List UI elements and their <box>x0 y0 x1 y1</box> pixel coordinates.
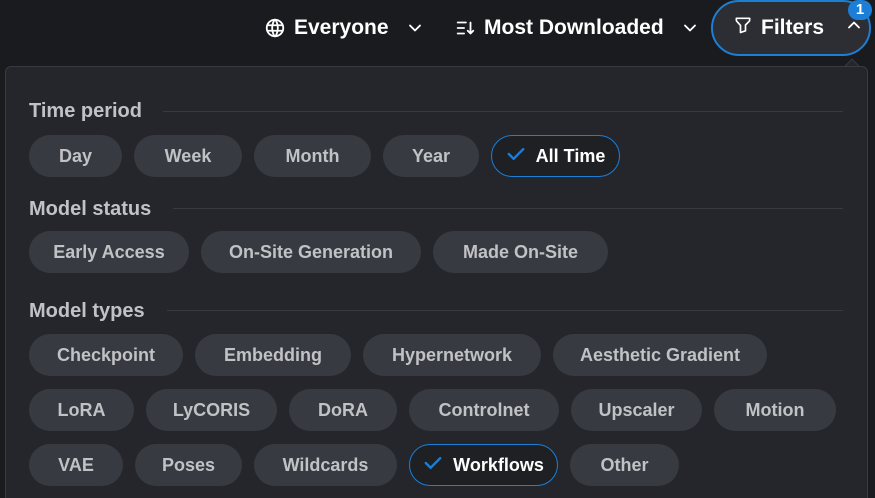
chevron-down-icon <box>405 18 425 38</box>
model-status-chip-early-access[interactable]: Early Access <box>29 231 189 273</box>
model-status-chip-on-site-generation[interactable]: On-Site Generation <box>201 231 421 273</box>
model-type-chip-dora[interactable]: DoRA <box>289 389 397 431</box>
section-divider <box>163 111 843 112</box>
filters-label: Filters <box>761 16 825 39</box>
model-type-chip-checkpoint[interactable]: Checkpoint <box>29 334 183 376</box>
chevron-down-icon <box>680 18 700 38</box>
time-period-chip-week[interactable]: Week <box>134 135 242 177</box>
top-toolbar: Everyone Most Downloaded Filters 1 <box>0 0 875 56</box>
filters-popover <box>5 66 868 498</box>
time-period-title: Time period <box>29 100 142 122</box>
model-type-chip-workflows[interactable]: Workflows <box>409 444 558 486</box>
sort-descending-icon <box>454 17 476 39</box>
check-icon <box>423 455 443 476</box>
model-status-chip-made-on-site[interactable]: Made On-Site <box>433 231 608 273</box>
model-type-chip-lycoris[interactable]: LyCORIS <box>146 389 277 431</box>
model-type-chip-vae[interactable]: VAE <box>29 444 123 486</box>
chip-label: All Time <box>535 145 606 166</box>
model-type-chip-motion[interactable]: Motion <box>714 389 836 431</box>
browsing-level-dropdown[interactable]: Everyone <box>264 8 425 48</box>
section-divider <box>167 310 843 311</box>
model-type-chip-upscaler[interactable]: Upscaler <box>571 389 702 431</box>
chip-label: Workflows <box>453 454 544 475</box>
section-divider <box>173 208 843 209</box>
browsing-level-label: Everyone <box>294 16 389 39</box>
sort-dropdown[interactable]: Most Downloaded <box>454 8 700 48</box>
globe-icon <box>264 17 286 39</box>
model-type-chip-wildcards[interactable]: Wildcards <box>254 444 397 486</box>
sort-label: Most Downloaded <box>484 16 664 39</box>
time-period-chip-all-time[interactable]: All Time <box>491 135 620 177</box>
time-period-chip-day[interactable]: Day <box>29 135 122 177</box>
check-icon <box>506 146 526 167</box>
model-type-chip-controlnet[interactable]: Controlnet <box>409 389 559 431</box>
model-type-chip-other[interactable]: Other <box>570 444 679 486</box>
model-types-title: Model types <box>29 300 145 322</box>
filters-count-badge: 1 <box>848 0 872 20</box>
model-status-title: Model status <box>29 198 152 220</box>
model-type-chip-hypernetwork[interactable]: Hypernetwork <box>363 334 541 376</box>
model-type-chip-lora[interactable]: LoRA <box>29 389 134 431</box>
filter-icon <box>733 14 753 42</box>
model-type-chip-aesthetic-gradient[interactable]: Aesthetic Gradient <box>553 334 767 376</box>
filters-button[interactable]: Filters <box>711 0 871 56</box>
model-type-chip-poses[interactable]: Poses <box>135 444 242 486</box>
time-period-chip-year[interactable]: Year <box>383 135 479 177</box>
model-type-chip-embedding[interactable]: Embedding <box>195 334 351 376</box>
time-period-chip-month[interactable]: Month <box>254 135 371 177</box>
